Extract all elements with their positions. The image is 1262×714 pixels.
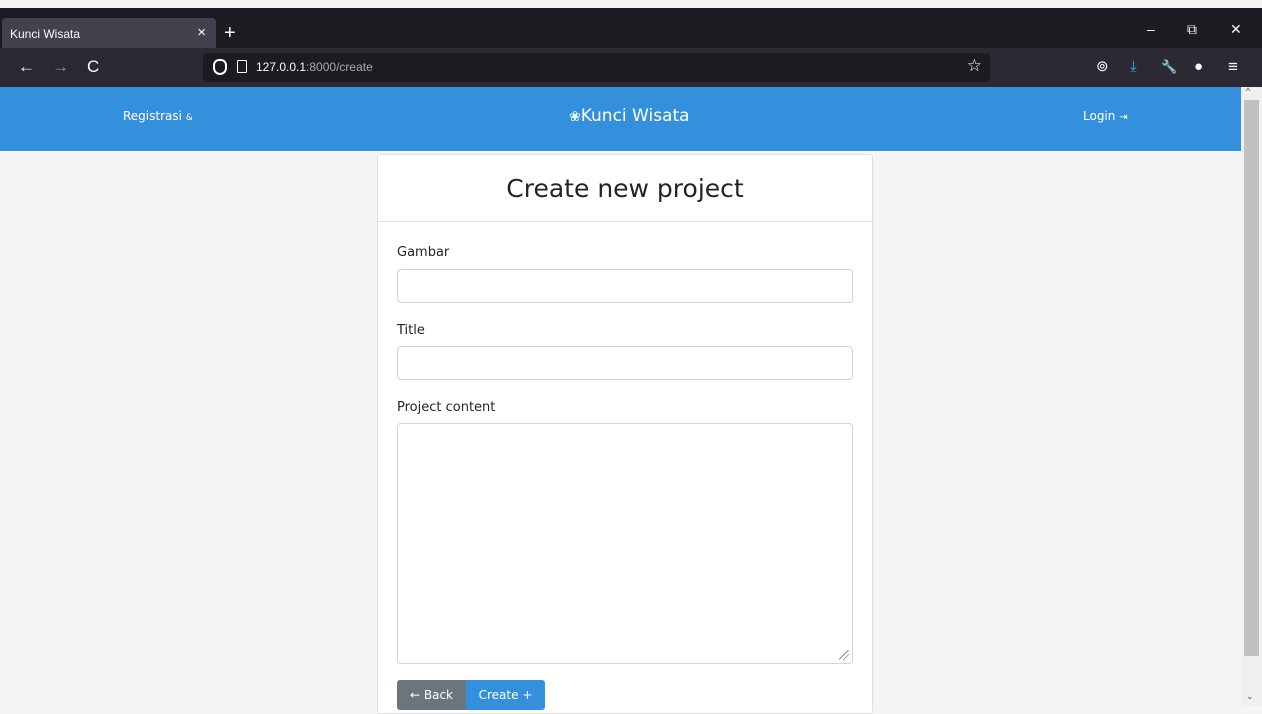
title-label: Title [397, 323, 425, 338]
page-info-icon[interactable] [237, 60, 247, 73]
card-header: Create new project [378, 155, 872, 222]
image-label: Gambar [397, 245, 450, 260]
brand-logo[interactable]: ❀Kunci Wisata [569, 106, 690, 126]
profile-icon[interactable]: ● [1194, 58, 1203, 76]
scroll-up-icon[interactable]: ^ [1246, 86, 1250, 96]
window-top-strip [0, 0, 1262, 8]
palette-icon: ❀ [569, 109, 581, 125]
new-tab-button[interactable]: + [224, 22, 236, 44]
restore-icon[interactable]: ⧉ [1187, 21, 1197, 38]
register-link[interactable]: Registrasi & [123, 109, 193, 123]
address-bar[interactable]: 127.0.0.1:8000/create ☆ [203, 53, 990, 82]
image-input[interactable] [397, 269, 853, 303]
login-link[interactable]: Login ⇥ [1083, 109, 1128, 123]
reload-icon[interactable]: C [87, 57, 99, 77]
login-icon: ⇥ [1119, 112, 1128, 123]
site-header: Registrasi & ❀Kunci Wisata Login ⇥ [0, 87, 1241, 151]
resize-grip-icon[interactable] [839, 650, 849, 660]
download-icon[interactable]: ⤓ [1130, 58, 1137, 76]
title-input[interactable] [397, 346, 853, 380]
url-text[interactable]: 127.0.0.1:8000/create [256, 60, 373, 74]
tab-title: Kunci Wisata [10, 27, 81, 41]
user-plus-icon: & [185, 113, 193, 123]
tab-close-icon[interactable]: × [197, 25, 206, 41]
scroll-down-icon[interactable]: ⌄ [1246, 691, 1254, 702]
create-project-card: Create new project Gambar Title Project … [377, 154, 873, 714]
content-textarea[interactable] [397, 423, 853, 664]
forward-arrow-icon[interactable]: → [52, 57, 69, 77]
bookmark-star-icon[interactable]: ☆ [967, 56, 982, 76]
wrench-icon[interactable]: 🔧 [1161, 58, 1177, 76]
page-title: Create new project [506, 173, 744, 203]
browser-tab-bar: Kunci Wisata × + – ⧉ ✕ [0, 8, 1262, 50]
minimize-icon[interactable]: – [1147, 21, 1155, 37]
scrollbar-thumb[interactable] [1244, 100, 1259, 656]
pocket-icon[interactable]: ⊚ [1096, 58, 1109, 76]
menu-icon[interactable]: ≡ [1228, 58, 1238, 76]
tracking-shield-icon[interactable] [213, 59, 227, 75]
window-close-icon[interactable]: ✕ [1230, 21, 1242, 38]
browser-tab[interactable]: Kunci Wisata × [2, 18, 216, 50]
back-arrow-icon[interactable]: ← [18, 57, 35, 77]
content-label: Project content [397, 400, 496, 415]
